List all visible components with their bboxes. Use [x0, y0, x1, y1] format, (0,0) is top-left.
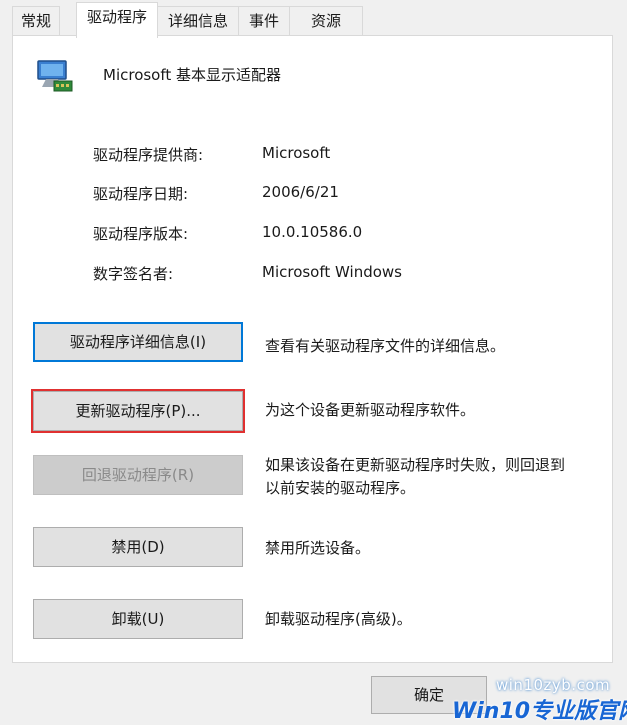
- update-driver-description: 为这个设备更新驱动程序软件。: [265, 401, 476, 419]
- driver-details-description: 查看有关驱动程序文件的详细信息。: [265, 337, 506, 355]
- update-driver-button[interactable]: 更新驱动程序(P)...: [31, 389, 245, 433]
- roll-back-driver-description-line1: 如果该设备在更新驱动程序时失败，则回退到: [265, 456, 566, 474]
- driver-version-label: 驱动程序版本:: [93, 225, 189, 243]
- driver-tab-panel: Microsoft 基本显示适配器 驱动程序提供商: Microsoft 驱动程…: [12, 35, 613, 663]
- tab-details[interactable]: 详细信息: [157, 6, 239, 36]
- tab-driver[interactable]: 驱动程序: [76, 2, 158, 38]
- driver-version-value: 10.0.10586.0: [262, 223, 363, 241]
- driver-provider-value: Microsoft: [262, 144, 331, 162]
- display-adapter-icon: [36, 59, 76, 95]
- watermark-brand: Win10专业版官网: [452, 699, 627, 724]
- uninstall-driver-description: 卸载驱动程序(高级)。: [265, 610, 412, 628]
- tab-general[interactable]: 常规: [12, 6, 60, 36]
- digital-signer-value: Microsoft Windows: [262, 263, 402, 281]
- driver-date-label: 驱动程序日期:: [93, 185, 189, 203]
- driver-provider-label: 驱动程序提供商:: [93, 146, 204, 164]
- watermark-url: win10zyb.com: [496, 676, 611, 694]
- tab-events[interactable]: 事件: [238, 6, 290, 36]
- roll-back-driver-button: 回退驱动程序(R): [33, 455, 243, 495]
- driver-details-button[interactable]: 驱动程序详细信息(I): [33, 322, 243, 362]
- disable-device-button[interactable]: 禁用(D): [33, 527, 243, 567]
- digital-signer-label: 数字签名者:: [93, 265, 174, 283]
- tab-resources[interactable]: 资源: [289, 6, 363, 36]
- driver-date-value: 2006/6/21: [262, 183, 339, 201]
- device-name: Microsoft 基本显示适配器: [103, 66, 282, 84]
- uninstall-driver-button[interactable]: 卸载(U): [33, 599, 243, 639]
- roll-back-driver-description-line2: 以前安装的驱动程序。: [265, 479, 416, 497]
- disable-device-description: 禁用所选设备。: [265, 539, 371, 557]
